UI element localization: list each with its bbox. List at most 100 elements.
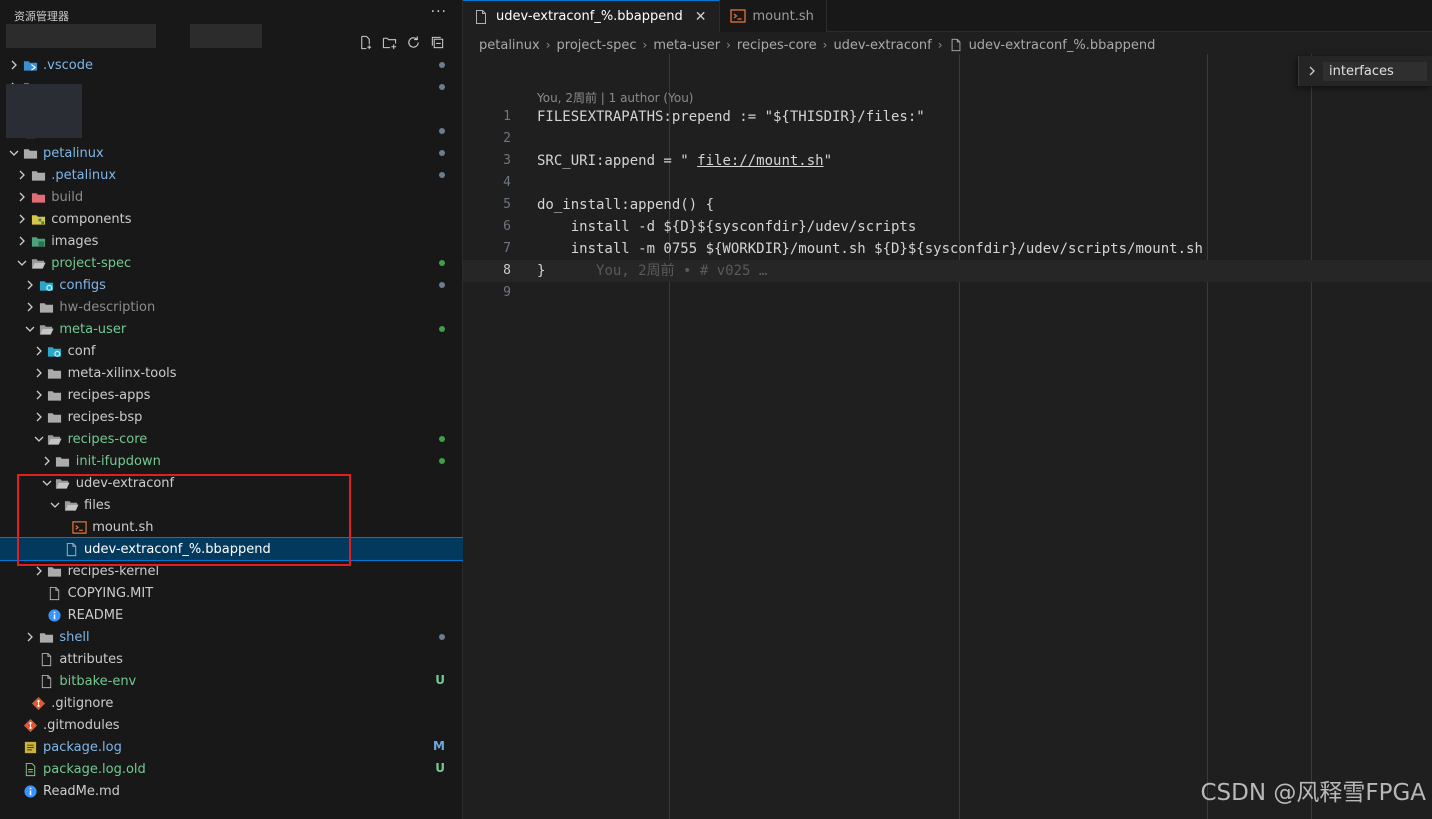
code-line[interactable]: 3 SRC_URI:append = " file://mount.sh" [463,150,1432,172]
tree-item[interactable]: meta-user [0,318,463,340]
tree-item[interactable]: project-spec [0,252,463,274]
tree-item[interactable]: udev-extraconf [0,472,463,494]
tree-item[interactable]: mount.sh [0,516,463,538]
breadcrumb-item[interactable]: udev-extraconf [833,38,931,53]
git-icon [22,717,38,733]
code-line[interactable]: 2 [463,128,1432,150]
chevron-down-icon[interactable] [22,321,38,337]
breadcrumb-item[interactable]: meta-user [653,38,720,53]
code-link[interactable]: file://mount.sh [697,153,823,169]
folder-icon [30,233,46,249]
tree-item[interactable]: images [0,230,463,252]
chevron-right-icon[interactable] [31,563,47,579]
editor-tab[interactable]: udev-extraconf_%.bbappend ✕ [463,0,720,32]
tree-item[interactable]: attributes [0,648,463,670]
code-text: } You, 2周前 • # v025 … [537,260,767,282]
file-icon [473,9,489,25]
chevron-down-icon[interactable] [47,497,63,513]
editor-tab[interactable]: mount.sh [719,0,827,32]
tree-item[interactable]: petalinux [0,142,463,164]
chevron-right-icon[interactable] [14,189,30,205]
tree-item[interactable]: bitbake-env U [0,670,463,692]
tree-item[interactable]: shell [0,626,463,648]
chevron-down-icon[interactable] [14,255,30,271]
tree-item[interactable]: .gitmodules [0,714,463,736]
new-folder-icon[interactable] [381,34,398,51]
chevron-right-icon[interactable] [39,453,55,469]
code-line[interactable]: 6 install -d ${D}${sysconfdir}/udev/scri… [463,216,1432,238]
chevron-right-icon[interactable] [22,299,38,315]
tree-item[interactable]: recipes-bsp [0,406,463,428]
tree-item[interactable]: components [0,208,463,230]
tree-item[interactable]: hw-description [0,296,463,318]
tree-item[interactable]: package.log.old U [0,758,463,780]
chevron-right-icon[interactable] [31,343,47,359]
breadcrumb-item[interactable]: udev-extraconf_%.bbappend [969,38,1156,53]
tree-item-label: images [51,233,99,249]
tree-item[interactable]: conf [0,340,463,362]
chevron-down-icon[interactable] [31,431,47,447]
tree-item[interactable]: files [0,494,463,516]
tree-item[interactable]: .vscode [0,54,463,76]
tree-item[interactable]: recipes-kernel [0,560,463,582]
tree-item[interactable]: package.log M [0,736,463,758]
tree-item[interactable]: .petalinux [0,164,463,186]
chevron-right-icon[interactable] [22,277,38,293]
file-icon [22,761,38,777]
tree-item[interactable]: recipes-core [0,428,463,450]
code-line[interactable]: 8} You, 2周前 • # v025 … [463,260,1432,282]
folder-icon [55,453,71,469]
chevron-right-icon[interactable] [14,167,30,183]
tree-item[interactable]: ReadMe.md [0,780,463,802]
chevron-right-icon[interactable] [31,409,47,425]
chevron-right-icon[interactable] [6,57,22,73]
code-text: do_install:append() { [537,194,714,216]
breadcrumb-item[interactable]: recipes-core [737,38,817,53]
tree-item-label: mount.sh [92,519,154,535]
vscode-folder-icon [22,57,38,73]
chevron-down-icon[interactable] [6,145,22,161]
tree-item[interactable]: recipes-apps [0,384,463,406]
codelens-blame[interactable]: You, 2周前 | 1 author (You) [537,89,693,106]
line-number: 2 [503,131,511,146]
breadcrumb: petalinux › project-spec › meta-user › recipes… [479,36,1155,54]
code-line[interactable]: 9 [463,282,1432,304]
breadcrumb-item[interactable]: petalinux [479,38,540,53]
chevron-right-icon [1303,65,1321,77]
tree-item[interactable]: udev-extraconf_%.bbappend [0,537,464,561]
tree-item[interactable]: meta-xilinx-tools [0,362,463,384]
tree-item[interactable]: build [0,186,463,208]
tree-item[interactable]: README [0,604,463,626]
chevron-right-icon[interactable] [14,211,30,227]
file-icon [63,541,79,557]
tree-item[interactable]: init-ifupdown [0,450,463,472]
folder-icon [22,145,38,161]
close-icon[interactable]: ✕ [695,9,707,25]
tree-item-label: meta-user [59,321,127,337]
tree-item[interactable]: configs [0,274,463,296]
chevron-right-icon[interactable] [22,629,38,645]
tree-item-label: init-ifupdown [75,453,161,469]
git-status-badge: U [435,673,445,687]
chevron-right-icon: › [726,38,731,52]
breadcrumb-item[interactable]: project-spec [557,38,637,53]
code-line[interactable]: 7 install -m 0755 ${WORKDIR}/mount.sh ${… [463,238,1432,260]
folder-icon [38,629,54,645]
tree-item[interactable]: COPYING.MIT [0,582,463,604]
chevron-right-icon[interactable] [31,387,47,403]
tree-item[interactable]: .gitignore [0,692,463,714]
new-file-icon[interactable] [357,34,374,51]
more-actions-icon[interactable]: ··· [431,4,447,20]
code-line[interactable]: 1 FILESEXTRAPATHS:prepend := "${THISDIR}/… [463,106,1432,128]
chevron-right-icon[interactable] [31,365,47,381]
collapse-all-icon[interactable] [429,34,446,51]
refresh-icon[interactable] [405,34,422,51]
modified-dot [439,458,445,464]
code-line[interactable]: 5 do_install:append() { [463,194,1432,216]
chevron-down-icon[interactable] [39,475,55,491]
code-line[interactable]: 4 [463,172,1432,194]
chevron-right-icon[interactable] [14,233,30,249]
sticky-scroll-widget[interactable]: interfaces [1298,56,1432,86]
